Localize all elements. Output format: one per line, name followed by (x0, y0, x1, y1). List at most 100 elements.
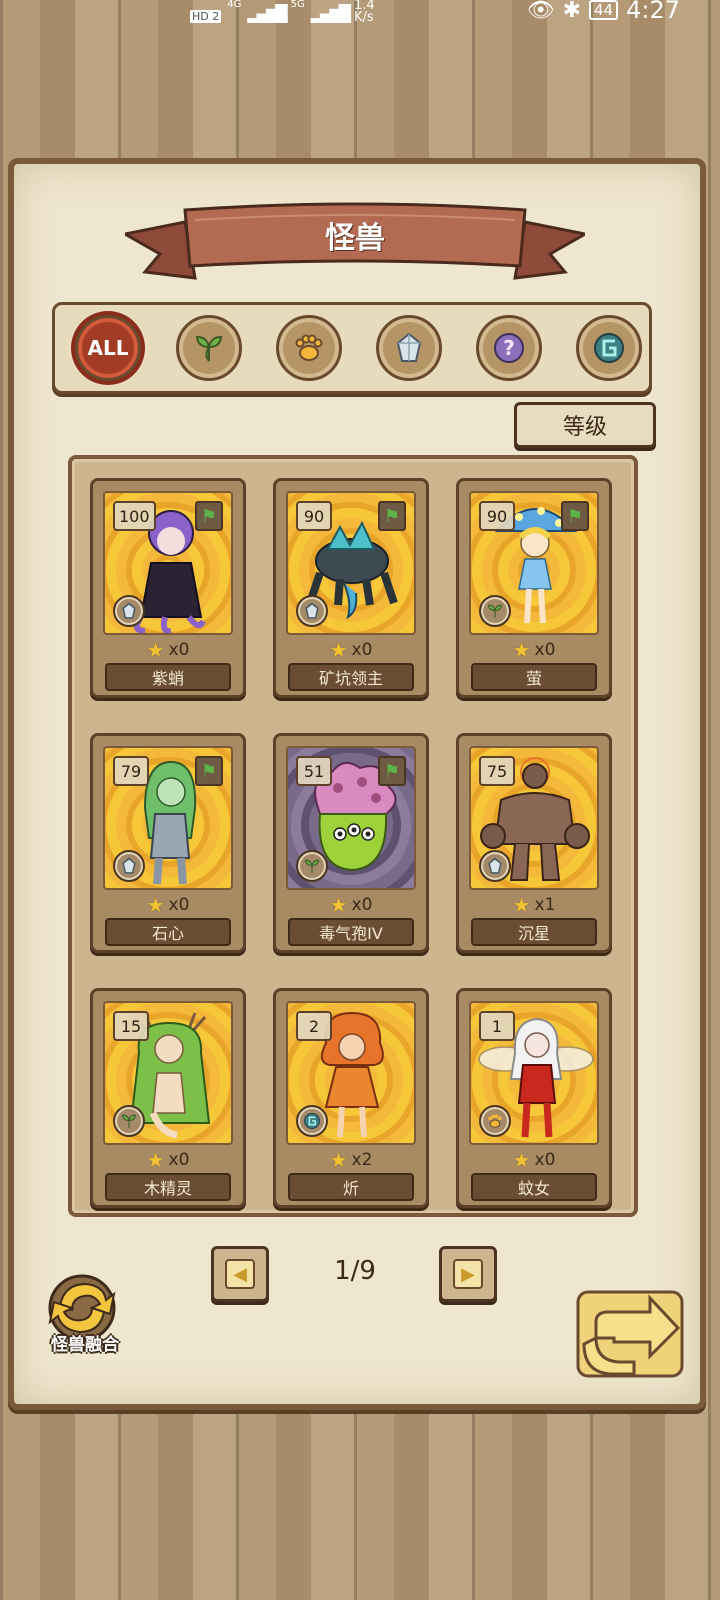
network-type-2: 5G (290, 0, 305, 10)
monster-card[interactable]: 2 ★ x2 炘 (273, 988, 429, 1208)
crystal-icon (113, 850, 145, 882)
star-count: ★ x0 (512, 1148, 556, 1172)
flag-icon: ⚑ (378, 501, 406, 531)
monster-portrait: 2 (286, 1001, 416, 1145)
monster-card[interactable]: 100 ⚑ ★ x0 紫蛸 (90, 478, 246, 698)
monster-card[interactable]: 79 ⚑ ★ x0 石心 (90, 733, 246, 953)
monster-card[interactable]: 51 ⚑ ★ x0 毒气孢IV (273, 733, 429, 953)
flag-icon: ⚑ (561, 501, 589, 531)
monster-card[interactable]: 90 ⚑ ★ x0 萤 (456, 478, 612, 698)
monster-portrait: 75 (469, 746, 599, 890)
star-count: ★ x1 (512, 893, 556, 917)
star-icon: ★ (146, 893, 165, 917)
filter-beast-button[interactable] (276, 315, 342, 381)
monster-portrait: 51 ⚑ (286, 746, 416, 890)
star-count: ★ x0 (146, 893, 190, 917)
filter-mineral-button[interactable] (376, 315, 442, 381)
status-bar: HD 2 4G ▂▄▆█ 5G ▂▄▆█ 1.4 K/s 👁 ✱ 44 4:27 (0, 0, 720, 26)
flag-icon: ⚑ (195, 756, 223, 786)
clock: 4:27 (626, 0, 680, 24)
arrow-right-icon: ▶ (453, 1259, 483, 1289)
monster-name: 沉星 (471, 918, 597, 946)
star-count: ★ x0 (329, 638, 373, 662)
star-count: ★ x2 (329, 1148, 373, 1172)
crystal-icon (113, 595, 145, 627)
category-filter-bar: ALL ? (52, 302, 652, 394)
monster-level: 90 (296, 501, 332, 531)
star-icon: ★ (512, 638, 531, 662)
battery-indicator: 44 (589, 0, 619, 20)
monster-level: 90 (479, 501, 515, 531)
leaf-icon (113, 1105, 145, 1137)
star-count: ★ x0 (329, 893, 373, 917)
fusion-label: 怪兽融合 (51, 1335, 119, 1355)
next-page-button[interactable]: ▶ (439, 1246, 497, 1302)
page-indicator: 1/9 (334, 1256, 376, 1286)
filter-plant-button[interactable] (176, 315, 242, 381)
monster-level: 100 (113, 501, 156, 531)
filter-all-button[interactable]: ALL (75, 315, 141, 381)
monster-level: 51 (296, 756, 332, 786)
rune-icon (586, 325, 632, 371)
monster-level: 79 (113, 756, 149, 786)
paw-icon (479, 1105, 511, 1137)
monster-portrait: 1 (469, 1001, 599, 1145)
monster-portrait: 90 ⚑ (469, 491, 599, 635)
star-icon: ★ (146, 1148, 165, 1172)
hd-indicator: HD 2 (190, 10, 222, 23)
filter-all-label: ALL (87, 336, 129, 360)
prev-page-button[interactable]: ◀ (211, 1246, 269, 1302)
monster-portrait: 100 ⚑ (103, 491, 233, 635)
signal-icon: ▂▄▆█ (247, 4, 287, 23)
back-button[interactable] (574, 1288, 688, 1388)
star-icon: ★ (329, 638, 348, 662)
star-icon: ★ (329, 1148, 348, 1172)
monster-card[interactable]: 1 ★ x0 蚊女 (456, 988, 612, 1208)
star-count: ★ x0 (146, 1148, 190, 1172)
monster-level: 15 (113, 1011, 149, 1041)
monster-fusion-button[interactable]: 怪兽融合 (30, 1270, 140, 1360)
network-speed: 1.4 K/s (353, 0, 375, 25)
sort-by-level-button[interactable]: 等级 (514, 402, 656, 448)
star-icon: ★ (512, 893, 531, 917)
monster-name: 紫蛸 (105, 663, 231, 691)
signal-icon-2: ▂▄▆█ (310, 4, 351, 23)
monster-level: 1 (479, 1011, 515, 1041)
network-type-1: 4G (227, 0, 242, 10)
star-count: ★ x0 (146, 638, 190, 662)
question-icon: ? (486, 325, 532, 371)
leaf-icon (296, 850, 328, 882)
monster-card[interactable]: 15 ★ x0 木精灵 (90, 988, 246, 1208)
monster-name: 炘 (288, 1173, 414, 1201)
bluetooth-icon: ✱ (562, 0, 581, 23)
monster-card[interactable]: 75 ★ x1 沉星 (456, 733, 612, 953)
monster-name: 矿坑领主 (288, 663, 414, 691)
star-icon: ★ (146, 638, 165, 662)
monster-card[interactable]: 90 ⚑ ★ x0 矿坑领主 (273, 478, 429, 698)
crystal-icon (296, 595, 328, 627)
crystal-icon (386, 325, 432, 371)
monster-portrait: 79 ⚑ (103, 746, 233, 890)
monster-name: 木精灵 (105, 1173, 231, 1201)
filter-unknown-button[interactable]: ? (476, 315, 542, 381)
back-arrow-icon (576, 1290, 684, 1378)
monster-portrait: 90 ⚑ (286, 491, 416, 635)
page-title: 怪兽 (325, 221, 385, 256)
monster-name: 石心 (105, 918, 231, 946)
flag-icon: ⚑ (378, 756, 406, 786)
monster-level: 2 (296, 1011, 332, 1041)
filter-rune-button[interactable] (576, 315, 642, 381)
monster-level: 75 (479, 756, 515, 786)
crystal-icon (479, 850, 511, 882)
star-icon: ★ (512, 1148, 531, 1172)
monster-name: 萤 (471, 663, 597, 691)
monster-portrait: 15 (103, 1001, 233, 1145)
star-count: ★ x0 (512, 638, 556, 662)
star-icon: ★ (329, 893, 348, 917)
flag-icon: ⚑ (195, 501, 223, 531)
leaf-icon (479, 595, 511, 627)
svg-text:?: ? (503, 336, 515, 360)
arrow-left-icon: ◀ (225, 1259, 255, 1289)
monster-name: 蚊女 (471, 1173, 597, 1201)
rune-icon (296, 1105, 328, 1137)
